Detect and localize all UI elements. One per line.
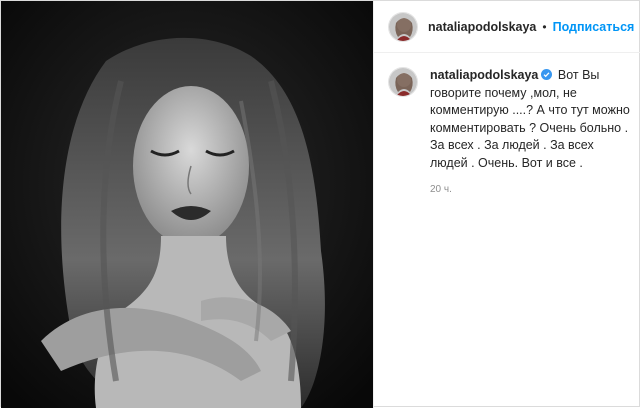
- caption-comment: nataliapodolskaya Вот Вы говорите почему…: [388, 67, 632, 195]
- avatar-image: [389, 68, 417, 96]
- portrait-image: [1, 1, 373, 408]
- instagram-post: nataliapodolskaya • Подписаться nataliap…: [0, 0, 640, 408]
- post-sidebar: nataliapodolskaya • Подписаться nataliap…: [373, 1, 640, 408]
- caption-text: Вот Вы говорите почему ,мол, не комменти…: [430, 68, 630, 170]
- verified-badge-icon: [541, 69, 553, 80]
- avatar-image: [389, 12, 417, 41]
- caption-body: nataliapodolskaya Вот Вы говорите почему…: [430, 67, 630, 195]
- caption-username[interactable]: nataliapodolskaya: [430, 68, 538, 82]
- caption-avatar[interactable]: [388, 67, 418, 97]
- post-timestamp[interactable]: 20 ч.: [430, 184, 630, 195]
- separator-dot: •: [542, 19, 547, 34]
- post-photo[interactable]: [1, 1, 373, 408]
- follow-button[interactable]: Подписаться: [553, 20, 635, 34]
- caption-text-block: nataliapodolskaya Вот Вы говорите почему…: [430, 67, 630, 172]
- avatar[interactable]: [388, 11, 418, 42]
- header-username[interactable]: nataliapodolskaya: [428, 20, 536, 34]
- post-header: nataliapodolskaya • Подписаться: [374, 1, 640, 53]
